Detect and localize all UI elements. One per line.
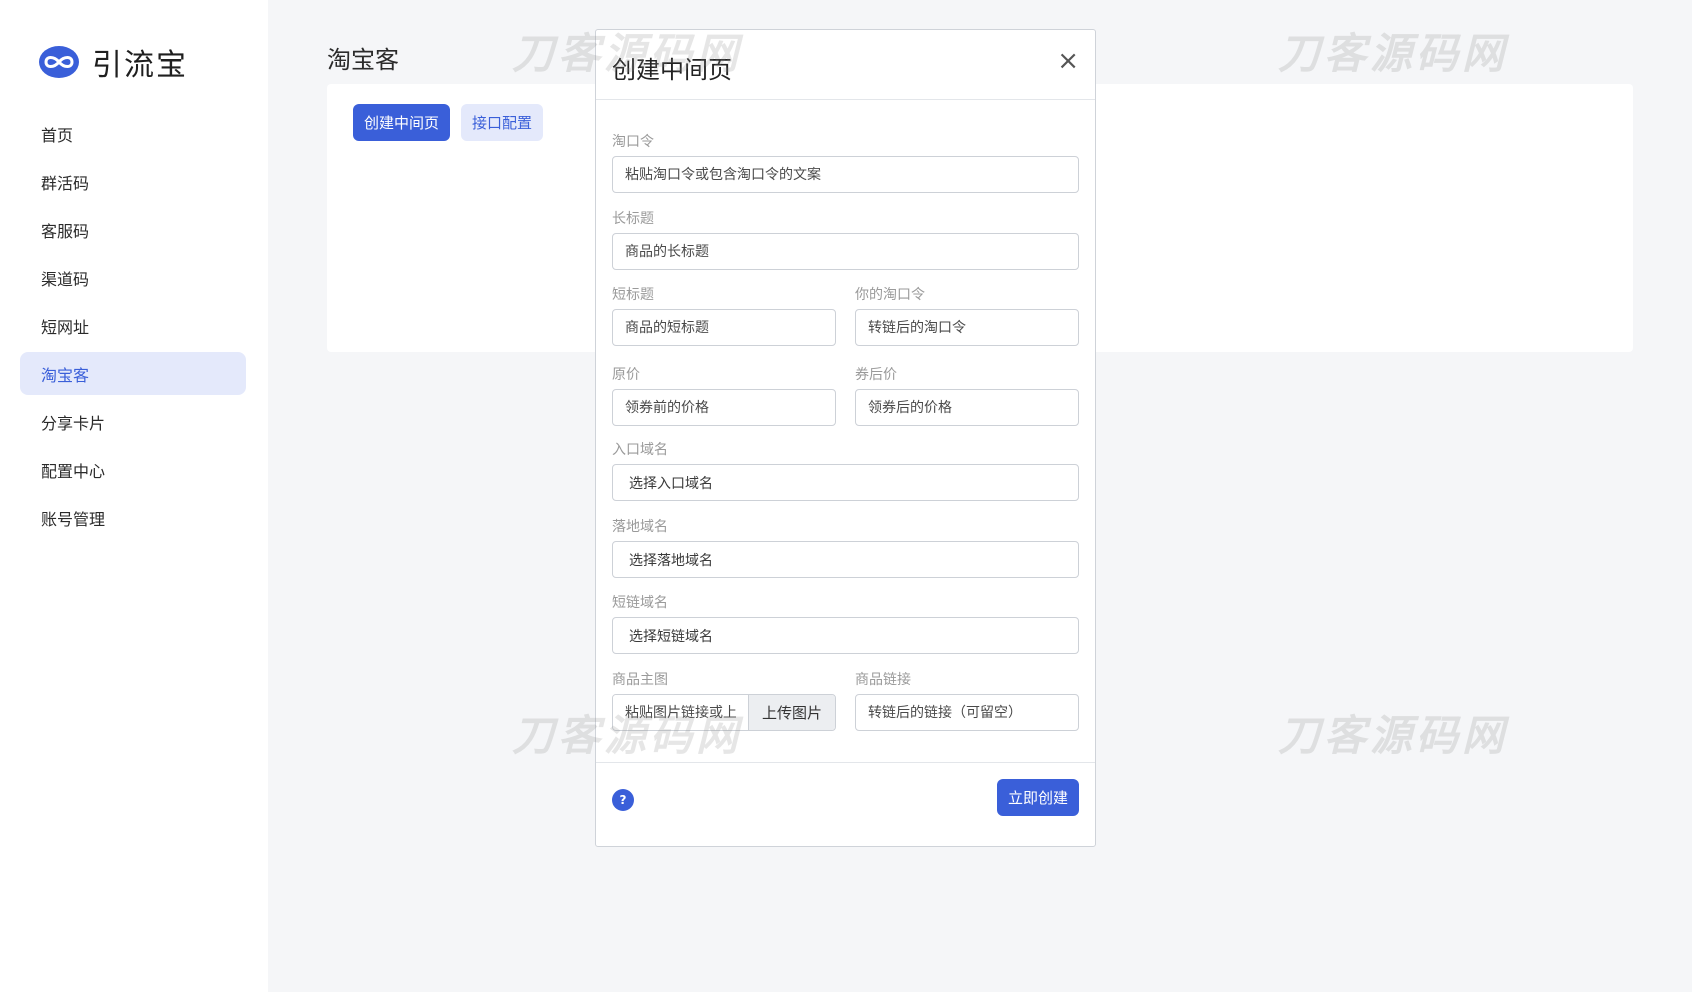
sidebar-item-home[interactable]: 首页	[20, 112, 246, 155]
coupon-price-input[interactable]	[855, 389, 1079, 426]
short-domain-select[interactable]: 选择短链域名	[612, 617, 1079, 654]
short-title-label: 短标题	[612, 287, 654, 303]
entry-domain-label: 入口域名	[612, 442, 668, 458]
original-price-label: 原价	[612, 367, 640, 383]
sidebar: 引流宝 首页 群活码 客服码 渠道码 短网址 淘宝客 分享卡片 配置中心 账号管…	[0, 0, 268, 992]
entry-domain-select[interactable]: 选择入口域名	[612, 464, 1079, 501]
modal-header: 创建中间页 ×	[596, 30, 1095, 100]
original-price-input[interactable]	[612, 389, 836, 426]
long-title-input[interactable]	[612, 233, 1079, 270]
infinity-logo-icon	[39, 46, 79, 78]
sidebar-item-taobaoke[interactable]: 淘宝客	[20, 352, 246, 395]
your-tkl-label: 你的淘口令	[855, 287, 925, 303]
landing-domain-label: 落地域名	[612, 519, 668, 535]
main-image-label: 商品主图	[612, 672, 668, 688]
sidebar-item-group-code[interactable]: 群活码	[20, 160, 246, 203]
tkl-label: 淘口令	[612, 134, 654, 150]
short-title-input[interactable]	[612, 309, 836, 346]
upload-image-button[interactable]: 上传图片	[748, 695, 835, 730]
create-page-button[interactable]: 创建中间页	[353, 104, 450, 141]
create-now-button[interactable]: 立即创建	[997, 779, 1079, 816]
sidebar-nav: 首页 群活码 客服码 渠道码 短网址 淘宝客 分享卡片 配置中心 账号管理	[20, 112, 246, 544]
short-domain-label: 短链域名	[612, 595, 668, 611]
your-tkl-input[interactable]	[855, 309, 1079, 346]
brand[interactable]: 引流宝	[38, 40, 188, 84]
product-link-label: 商品链接	[855, 672, 911, 688]
question-icon[interactable]: ?	[612, 789, 634, 811]
sidebar-item-share-card[interactable]: 分享卡片	[20, 400, 246, 443]
page-title: 淘宝客	[327, 46, 399, 74]
close-icon[interactable]: ×	[1057, 48, 1079, 74]
modal-title: 创建中间页	[612, 56, 732, 84]
main-image-upload-group: 上传图片	[612, 694, 836, 731]
long-title-label: 长标题	[612, 211, 654, 227]
landing-domain-select[interactable]: 选择落地域名	[612, 541, 1079, 578]
app: 引流宝 首页 群活码 客服码 渠道码 短网址 淘宝客 分享卡片 配置中心 账号管…	[0, 0, 1692, 992]
api-config-button[interactable]: 接口配置	[461, 104, 543, 141]
tkl-input[interactable]	[612, 156, 1079, 193]
sidebar-item-service-code[interactable]: 客服码	[20, 208, 246, 251]
main-image-input[interactable]	[613, 695, 748, 730]
create-page-modal: 创建中间页 × 淘口令 长标题 短标题 你的淘口令 原价 券后价 入口域名 选择…	[595, 29, 1096, 847]
sidebar-item-channel-code[interactable]: 渠道码	[20, 256, 246, 299]
modal-footer: ? 立即创建	[596, 762, 1095, 848]
coupon-price-label: 券后价	[855, 367, 897, 383]
sidebar-item-config-center[interactable]: 配置中心	[20, 448, 246, 491]
sidebar-item-short-url[interactable]: 短网址	[20, 304, 246, 347]
sidebar-item-account[interactable]: 账号管理	[20, 496, 246, 539]
product-link-input[interactable]	[855, 694, 1079, 731]
brand-name: 引流宝	[92, 48, 188, 83]
